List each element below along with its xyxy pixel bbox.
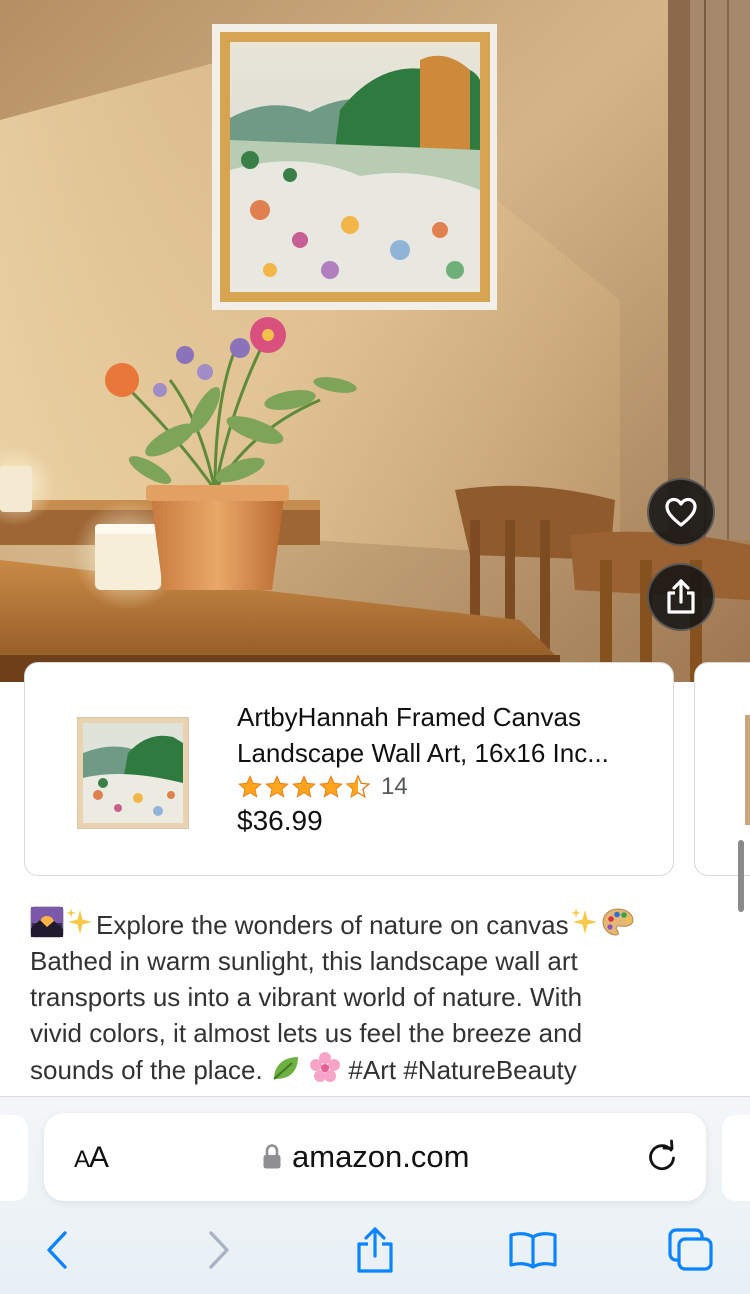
product-title-line1: ArtbyHannah Framed Canvas: [237, 702, 581, 732]
share-button[interactable]: [647, 563, 715, 631]
product-thumbnail[interactable]: [77, 717, 189, 829]
address-bar[interactable]: AA amazon.com: [44, 1113, 706, 1201]
description-line3: transports us into a vibrant world of na…: [30, 982, 583, 1012]
star-full-icon: [319, 775, 343, 798]
url-text: amazon.com: [292, 1139, 470, 1174]
post-description: Explore the wonders of nature on canvas …: [30, 906, 720, 1088]
url-display[interactable]: amazon.com: [262, 1139, 469, 1175]
sparkles-emoji-icon: [66, 908, 92, 934]
next-product-thumbnail: [745, 715, 750, 825]
text-size-button[interactable]: AA: [74, 1141, 109, 1175]
star-half-icon: [345, 774, 371, 799]
description-line1: Explore the wonders of nature on canvas: [96, 910, 569, 940]
description-line2: Bathed in warm sunlight, this landscape …: [30, 946, 578, 976]
cherry-blossom-emoji-icon: [310, 1052, 341, 1082]
rating-count: 14: [381, 773, 408, 800]
share-icon: [667, 579, 695, 614]
product-price: $36.99: [237, 805, 323, 836]
product-title-line2: Landscape Wall Art, 16x16 Inc...: [237, 738, 609, 768]
previous-tab-preview[interactable]: [0, 1115, 28, 1201]
sunset-emoji-icon: [30, 906, 64, 938]
sparkles-emoji-icon: [570, 908, 597, 934]
share-page-button[interactable]: [350, 1225, 400, 1275]
browser-chrome: AA amazon.com: [0, 1096, 750, 1294]
scroll-indicator[interactable]: [738, 840, 744, 912]
product-hero-image: [0, 0, 750, 682]
chevron-left-icon: [47, 1231, 67, 1269]
palette-emoji-icon: [602, 908, 634, 936]
product-card[interactable]: ArtbyHannah Framed Canvas Landscape Wall…: [24, 662, 674, 876]
next-tab-preview[interactable]: [722, 1115, 750, 1201]
text-size-label-small: A: [74, 1146, 90, 1173]
product-rating[interactable]: 14: [237, 773, 408, 801]
lock-icon: [263, 1144, 281, 1169]
star-rating: [237, 774, 371, 800]
description-line5: sounds of the place.: [30, 1055, 263, 1085]
favorite-button[interactable]: [647, 478, 715, 546]
bookmarks-button[interactable]: [508, 1225, 558, 1275]
forward-button[interactable]: [194, 1225, 244, 1275]
product-title[interactable]: ArtbyHannah Framed Canvas Landscape Wall…: [237, 699, 657, 771]
reload-icon: [649, 1139, 675, 1171]
description-line: Explore the wonders of nature on canvas: [30, 906, 720, 943]
reload-button[interactable]: [644, 1139, 680, 1180]
tabs-icon: [668, 1228, 713, 1271]
browser-toolbar: [0, 1215, 750, 1285]
description-line: sounds of the place. #Art #NatureBeauty: [30, 1051, 720, 1088]
star-full-icon: [265, 775, 289, 798]
tabs-button[interactable]: [666, 1225, 716, 1275]
share-icon: [357, 1227, 393, 1273]
star-full-icon: [292, 775, 316, 798]
heart-icon: [665, 497, 697, 527]
chevron-right-icon: [209, 1231, 229, 1269]
description-line4: vivid colors, it almost lets us feel the…: [30, 1018, 583, 1048]
description-hashtags[interactable]: #Art #NatureBeauty: [348, 1055, 576, 1085]
book-icon: [509, 1232, 557, 1269]
star-full-icon: [238, 775, 262, 798]
back-button[interactable]: [32, 1225, 82, 1275]
text-size-label-large: A: [89, 1141, 109, 1174]
leaf-emoji-icon: [273, 1057, 298, 1080]
